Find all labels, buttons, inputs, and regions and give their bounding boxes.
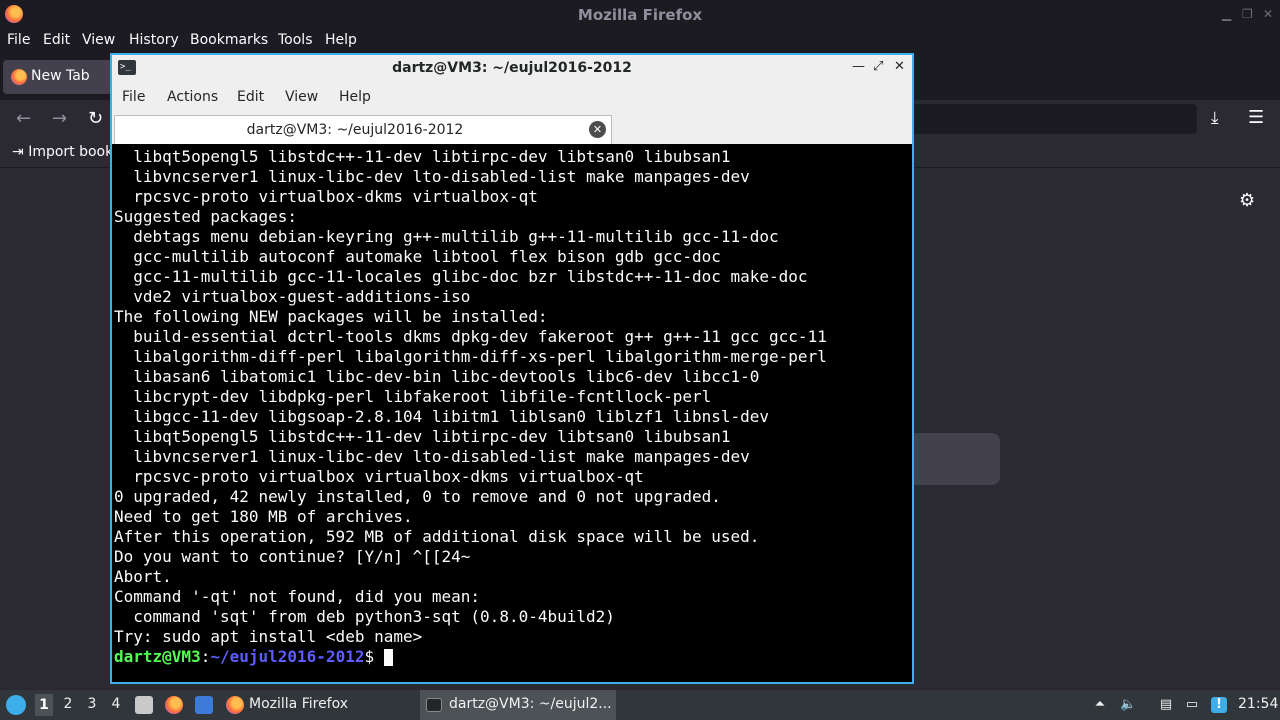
terminal-menu-view[interactable]: View [285, 89, 318, 105]
minimize-icon[interactable]: — [852, 59, 865, 74]
terminal-line: debtags menu debian-keyring g++-multilib… [114, 227, 779, 246]
close-icon[interactable]: ✕ [1263, 7, 1273, 21]
firefox-window-title: Mozilla Firefox [577, 6, 703, 24]
terminal-line: 0 upgraded, 42 newly installed, 0 to rem… [114, 487, 721, 506]
terminal-line: Do you want to continue? [Y/n] ^[[24~ [114, 547, 471, 566]
menu-edit[interactable]: Edit [43, 32, 70, 48]
firefox-icon [226, 696, 244, 714]
workspace-3[interactable]: 3 [83, 696, 101, 712]
prompt-separator: : [200, 647, 211, 666]
terminal-line: build-essential dctrl-tools dkms dpkg-de… [114, 327, 827, 346]
terminal-output[interactable]: libqt5opengl5 libstdc++-11-dev libtirpc-… [114, 147, 910, 679]
maximize-icon[interactable]: ❐ [1242, 7, 1253, 21]
back-icon[interactable]: ← [16, 108, 31, 129]
terminal-icon [426, 698, 442, 712]
prompt-symbol: $ [364, 647, 384, 666]
terminal-line: libgcc-11-dev libgsoap-2.8.104 libitm1 l… [114, 407, 770, 426]
terminal-line: gcc-multilib autoconf automake libtool f… [114, 247, 721, 266]
workspace-4[interactable]: 4 [107, 696, 125, 712]
firefox-icon [11, 69, 27, 85]
menu-help[interactable]: Help [325, 32, 357, 48]
menu-history[interactable]: History [129, 32, 179, 48]
terminal-tab-label: dartz@VM3: ~/eujul2016-2012 [246, 122, 464, 138]
gear-icon[interactable]: ⚙ [1239, 190, 1255, 211]
menu-tools[interactable]: Tools [278, 32, 313, 48]
terminal-lines: libqt5opengl5 libstdc++-11-dev libtirpc-… [114, 147, 910, 647]
terminal-tab[interactable]: dartz@VM3: ~/eujul2016-2012 ✕ [114, 115, 612, 144]
terminal-window-title: dartz@VM3: ~/eujul2016-2012 [392, 60, 632, 76]
terminal-menu-help[interactable]: Help [339, 89, 371, 105]
download-icon[interactable]: ⤓ [1211, 108, 1219, 128]
terminal-menu-file[interactable]: File [122, 89, 145, 105]
url-bar[interactable] [905, 104, 1197, 134]
menu-bookmarks[interactable]: Bookmarks [190, 32, 268, 48]
arrow-up-icon[interactable]: ⏶ [1092, 697, 1108, 713]
tab-label: New Tab [31, 68, 90, 84]
terminal-line: rpcsvc-proto virtualbox virtualbox-dkms … [114, 467, 644, 486]
clock[interactable]: 21:54 [1238, 696, 1278, 712]
terminal-line: libasan6 libatomic1 libc-dev-bin libc-de… [114, 367, 760, 386]
task-firefox-label: Mozilla Firefox [249, 696, 349, 712]
task-terminal[interactable]: dartz@VM3: ~/eujul2... [420, 690, 616, 720]
terminal-line: Suggested packages: [114, 207, 298, 226]
text-cursor [383, 649, 393, 666]
desktop: Mozilla Firefox ▁ ❐ ✕ File Edit View His… [0, 0, 1280, 720]
terminal-line: vde2 virtualbox-guest-additions-iso [114, 287, 471, 306]
terminal-line: The following NEW packages will be insta… [114, 307, 548, 326]
firefox-titlebar[interactable]: Mozilla Firefox ▁ ❐ ✕ [0, 0, 1280, 30]
terminal-prompt-line: dartz@VM3:~/eujul2016-2012$ [114, 647, 910, 667]
terminal-window: >_ dartz@VM3: ~/eujul2016-2012 — ⤢ ✕ Fil… [110, 53, 914, 684]
file-manager-icon[interactable] [135, 696, 153, 714]
menu-file[interactable]: File [7, 32, 30, 48]
newtab-card[interactable] [912, 433, 1000, 485]
terminal-line: libvncserver1 linux-libc-dev lto-disable… [114, 447, 750, 466]
prompt-path: ~/eujul2016-2012 [210, 647, 365, 666]
volume-icon[interactable]: 🔈 [1120, 697, 1136, 713]
terminal-menu-actions[interactable]: Actions [167, 89, 218, 105]
terminal-line: libqt5opengl5 libstdc++-11-dev libtirpc-… [114, 147, 731, 166]
start-menu-icon[interactable] [6, 695, 26, 715]
terminal-line: Try: sudo apt install <deb name> [114, 627, 423, 646]
terminal-line: libqt5opengl5 libstdc++-11-dev libtirpc-… [114, 427, 731, 446]
desktop-icon[interactable] [195, 696, 213, 714]
terminal-tabbar: dartz@VM3: ~/eujul2016-2012 ✕ [112, 114, 912, 144]
terminal-line: libalgorithm-diff-perl libalgorithm-diff… [114, 347, 827, 366]
workspace-2[interactable]: 2 [59, 696, 77, 712]
terminal-line: libvncserver1 linux-libc-dev lto-disable… [114, 167, 750, 186]
tab-new-tab[interactable]: New Tab [3, 60, 113, 94]
import-bookmarks-label: Import book [28, 144, 114, 160]
terminal-menubar: File Actions Edit View Help [112, 82, 912, 114]
clipboard-icon[interactable]: ▤ [1158, 697, 1174, 713]
reload-icon[interactable]: ↻ [88, 108, 103, 129]
network-icon[interactable]: ▭ [1184, 697, 1200, 713]
terminal-line: command 'sqt' from deb python3-sqt (0.8.… [114, 607, 615, 626]
terminal-line: Need to get 180 MB of archives. [114, 507, 413, 526]
notification-icon[interactable]: ! [1211, 697, 1227, 713]
workspace-1[interactable]: 1 [35, 694, 53, 716]
prompt-user: dartz@VM3 [114, 647, 201, 666]
menu-icon[interactable]: ☰ [1248, 107, 1264, 128]
firefox-icon[interactable] [165, 696, 183, 714]
terminal-line: Command '-qt' not found, did you mean: [114, 587, 481, 606]
minimize-icon[interactable]: ▁ [1222, 7, 1231, 21]
terminal-titlebar[interactable]: >_ dartz@VM3: ~/eujul2016-2012 — ⤢ ✕ [112, 55, 912, 82]
terminal-line: gcc-11-multilib gcc-11-locales glibc-doc… [114, 267, 808, 286]
close-icon[interactable]: ✕ [894, 59, 905, 74]
close-icon[interactable]: ✕ [589, 121, 606, 138]
maximize-icon[interactable]: ⤢ [873, 59, 883, 74]
menu-view[interactable]: View [82, 32, 115, 48]
forward-icon[interactable]: → [52, 108, 67, 129]
terminal-line: After this operation, 592 MB of addition… [114, 527, 760, 546]
taskbar: 1 2 3 4 Mozilla Firefox dartz@VM3: ~/euj… [0, 690, 1280, 720]
task-firefox[interactable]: Mozilla Firefox [222, 690, 418, 720]
task-terminal-label: dartz@VM3: ~/eujul2... [449, 696, 612, 712]
terminal-line: libcrypt-dev libdpkg-perl libfakeroot li… [114, 387, 712, 406]
import-bookmarks-button[interactable]: ⇥ Import book [12, 144, 113, 160]
firefox-menubar: File Edit View History Bookmarks Tools H… [0, 30, 1280, 54]
terminal-line: rpcsvc-proto virtualbox-dkms virtualbox-… [114, 187, 538, 206]
terminal-menu-edit[interactable]: Edit [237, 89, 264, 105]
terminal-line: Abort. [114, 567, 172, 586]
